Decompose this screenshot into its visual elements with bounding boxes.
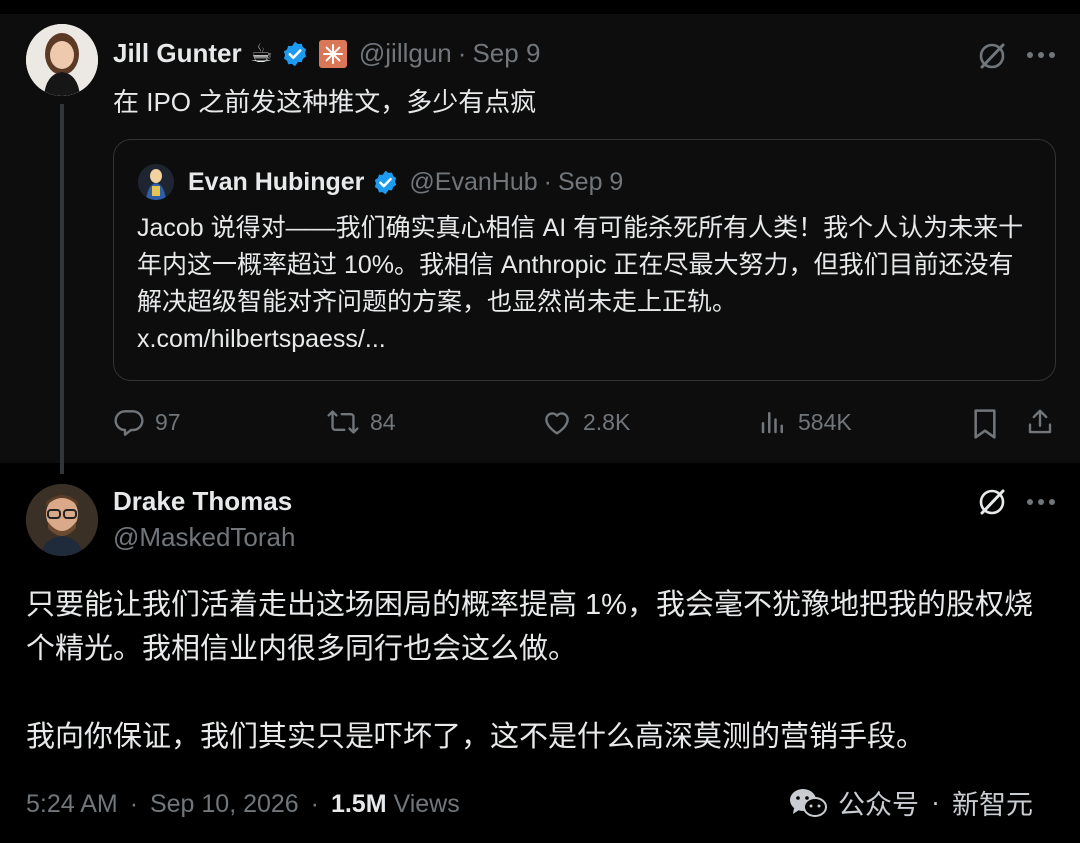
verified-badge-icon <box>283 41 306 66</box>
views-count: 584K <box>798 408 852 435</box>
tweet-paragraph-2: 我向你保证，我们其实只是吓坏了，这不是什么高深莫测的营销手段。 <box>26 721 926 753</box>
more-options-icon[interactable] <box>1026 497 1056 507</box>
reply-count: 97 <box>155 408 181 435</box>
tweet-date[interactable]: Sep 9 <box>472 38 540 69</box>
repost-icon <box>327 410 359 434</box>
analytics-icon <box>761 412 783 434</box>
separator-dot: · <box>310 790 319 818</box>
grok-icon[interactable] <box>976 486 1008 518</box>
avatar-drake-thomas[interactable] <box>26 484 98 556</box>
affiliate-logo-icon <box>318 39 347 68</box>
views-total: 1.5M <box>330 790 387 818</box>
wechat-icon <box>790 788 827 817</box>
verified-badge-icon <box>375 170 397 195</box>
thread-connector <box>60 104 64 474</box>
author-handle[interactable]: @jillgun <box>359 38 452 69</box>
more-options-icon[interactable] <box>1026 50 1056 60</box>
like-button[interactable]: 2.8K <box>541 406 630 438</box>
quoted-tweet-date: Sep 9 <box>557 168 624 196</box>
quoted-tweet-text: Jacob 说得对——我们确实真心相信 AI 有可能杀死所有人类！我个人认为未来… <box>137 210 1037 358</box>
heart-icon <box>545 412 569 435</box>
separator-dot: · <box>931 787 940 817</box>
tweet-full-date[interactable]: Sep 10, 2026 <box>150 790 299 818</box>
reply-button[interactable]: 97 <box>113 406 181 438</box>
quoted-text-body: Jacob 说得对——我们确实真心相信 AI 有可能杀死所有人类！我个人认为未来… <box>137 214 1024 316</box>
share-icon[interactable] <box>1025 406 1055 438</box>
author-name[interactable]: Drake Thomas <box>113 486 292 517</box>
quoted-author-name[interactable]: Evan Hubinger <box>188 168 364 197</box>
coffee-emoji-icon: ☕ <box>249 38 273 68</box>
reply-icon <box>114 410 144 436</box>
tweet-text: 只要能让我们活着走出这场困局的概率提高 1%，我会毫不犹豫地把我的股权烧个精光。… <box>26 583 1056 759</box>
like-count: 2.8K <box>583 408 631 435</box>
watermark-label: 公众号 <box>838 790 919 820</box>
wechat-watermark: 公众号 · 新智元 <box>788 783 1033 822</box>
quoted-link[interactable]: x.com/hilbertspaess/... <box>137 321 1037 358</box>
repost-count: 84 <box>370 408 396 435</box>
repost-button[interactable]: 84 <box>326 406 396 438</box>
tweet-time[interactable]: 5:24 AM <box>26 790 118 818</box>
separator-dot: · <box>129 790 139 818</box>
separator-dot: · <box>543 168 552 196</box>
quoted-author-handle[interactable]: @EvanHub <box>409 168 537 197</box>
tweet-text: 在 IPO 之前发这种推文，多少有点疯 <box>113 87 537 117</box>
views-button[interactable]: 584K <box>758 406 852 438</box>
avatar-jill-gunter[interactable] <box>26 24 98 96</box>
bookmark-icon[interactable] <box>971 408 999 440</box>
separator-dot: · <box>457 38 467 68</box>
tweet-meta: 5:24 AM · Sep 10, 2026 · 1.5M Views <box>26 790 460 819</box>
tweet-paragraph-1: 只要能让我们活着走出这场困局的概率提高 1%，我会毫不犹豫地把我的股权烧个精光。… <box>26 589 1033 665</box>
watermark-brand: 新智元 <box>952 790 1033 820</box>
author-handle[interactable]: @MaskedTorah <box>113 522 295 553</box>
avatar-evan-hubinger <box>138 164 174 200</box>
grok-icon[interactable] <box>976 40 1008 72</box>
views-label: Views <box>393 790 460 818</box>
author-name[interactable]: Jill Gunter <box>113 38 242 69</box>
tweet-action-bar: 97 84 2.8K 584K <box>113 400 1058 446</box>
